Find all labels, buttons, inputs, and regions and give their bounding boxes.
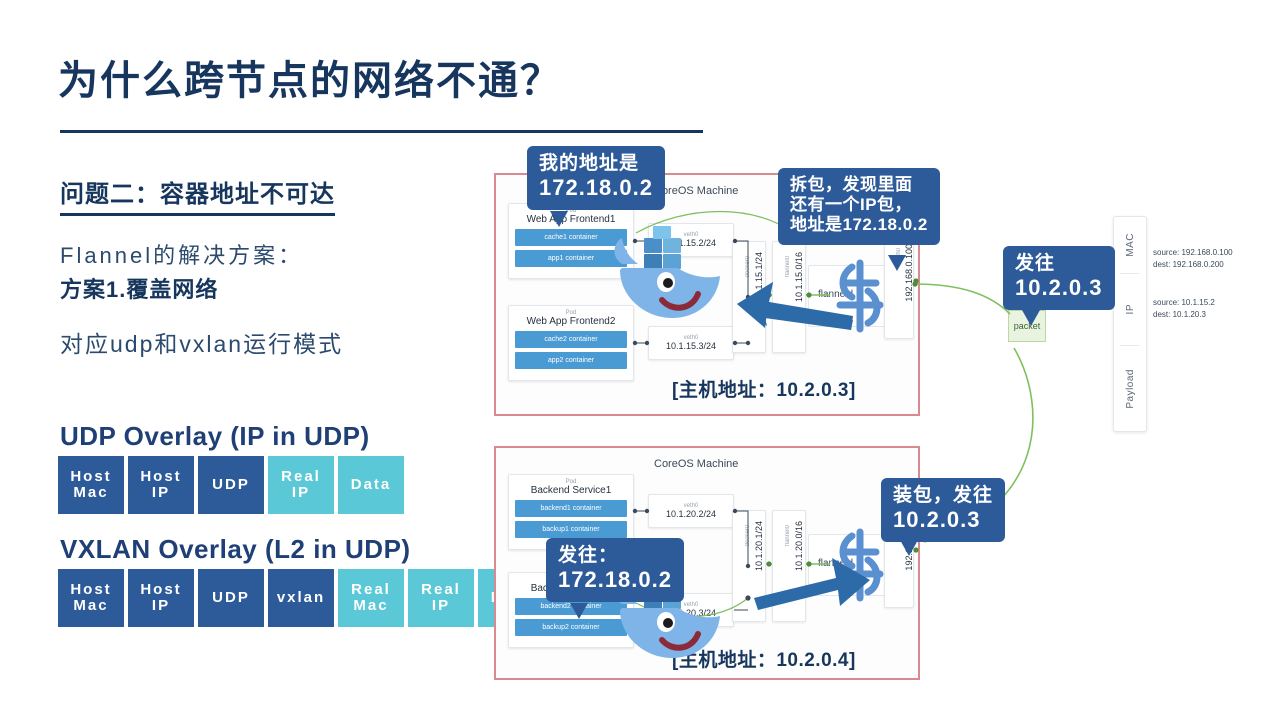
- callout-my-address-line2: 172.18.0.2: [539, 175, 653, 201]
- mac-source-label: source: 192.168.0.100: [1153, 248, 1233, 257]
- title-divider: [60, 130, 703, 133]
- callout-my-address-tail: [550, 211, 568, 227]
- callout-dest-line1: 发往：: [558, 545, 619, 566]
- callout-my-address: 我的地址是 172.18.0.2: [527, 146, 665, 211]
- ip-dest-label: dest: 10.1.20.3: [1153, 310, 1206, 319]
- callout-dest: 发往： 172.18.0.2: [546, 538, 684, 603]
- packet-segment-ip-label: IP: [1124, 303, 1136, 315]
- packet-field-host-ip: Host IP: [128, 569, 194, 627]
- packet-field-host-mac: Host Mac: [58, 569, 124, 627]
- packet-field-real-ip: Real IP: [268, 456, 334, 514]
- packet-field-real-mac: Real Mac: [338, 569, 404, 627]
- packet-segment-mac-label: MAC: [1124, 233, 1136, 257]
- callout-send-to-tail: [1022, 310, 1040, 326]
- packet-stack: MAC IP Payload: [1113, 216, 1147, 432]
- unpack-arrow-icon: [737, 282, 853, 330]
- vxlan-overlay-title: VXLAN Overlay (L2 in UDP): [60, 534, 411, 564]
- callout-unpack-tail: [888, 255, 906, 271]
- packet-field-udp: UDP: [198, 569, 264, 627]
- slide-root: 为什么跨节点的网络不通？ 问题二：容器地址不可达 Flannel的解决方案： 方…: [0, 0, 1280, 720]
- question-heading: 问题二：容器地址不可达: [60, 174, 335, 216]
- flannel-solution-label: Flannel的解决方案：: [60, 243, 304, 268]
- callout-unpack-line3: 地址是172.18.0.2: [790, 215, 928, 235]
- udp-overlay-packet-row: Host Mac Host IP UDP Real IP Data: [58, 456, 404, 514]
- page-title: 为什么跨节点的网络不通？: [58, 59, 562, 103]
- callout-send-to-line2: 10.2.0.3: [1015, 275, 1103, 301]
- docker-whale-icon: [614, 226, 720, 318]
- callout-dest-tail: [570, 603, 588, 619]
- callout-my-address-line1: 我的地址是: [539, 153, 640, 174]
- callout-unpack-line1: 拆包，发现里面: [790, 175, 913, 194]
- udp-overlay-title: UDP Overlay (IP in UDP): [60, 421, 370, 451]
- top-host-address: [主机地址：10.2.0.3]: [672, 380, 856, 401]
- callout-send-to: 发往 10.2.0.3: [1003, 246, 1115, 311]
- mac-dest-label: dest: 192.168.0.200: [1153, 260, 1224, 269]
- packet-field-real-ip: Real IP: [408, 569, 474, 627]
- plan-label: 方案1.覆盖网络: [60, 277, 219, 302]
- packet-field-host-mac: Host Mac: [58, 456, 124, 514]
- packet-segment-payload-label: Payload: [1124, 369, 1136, 409]
- packet-field-udp: UDP: [198, 456, 264, 514]
- vxlan-overlay-packet-row: HostMacHostIPUDPvxlanRealMacRealIPData: [58, 569, 544, 627]
- callout-pack-send-tail: [900, 540, 918, 556]
- callout-send-to-line1: 发往: [1015, 253, 1056, 274]
- mode-label: 对应udp和vxlan运行模式: [60, 331, 344, 357]
- packet-field-vxlan: vxlan: [268, 569, 334, 627]
- callout-pack-send: 装包，发往 10.2.0.3: [881, 478, 1006, 543]
- callout-pack-send-line2: 10.2.0.3: [893, 507, 981, 533]
- packet-field-data: Data: [338, 456, 404, 514]
- ip-source-label: source: 10.1.15.2: [1153, 298, 1215, 307]
- callout-unpack-line2: 还有一个IP包，: [790, 195, 913, 215]
- callout-pack-send-line1: 装包，发往: [893, 485, 994, 506]
- pack-arrow-icon: [754, 558, 870, 610]
- callout-dest-line2: 172.18.0.2: [558, 567, 672, 593]
- packet-field-host-ip: Host IP: [128, 456, 194, 514]
- callout-unpack: 拆包，发现里面 还有一个IP包， 地址是172.18.0.2: [778, 168, 940, 246]
